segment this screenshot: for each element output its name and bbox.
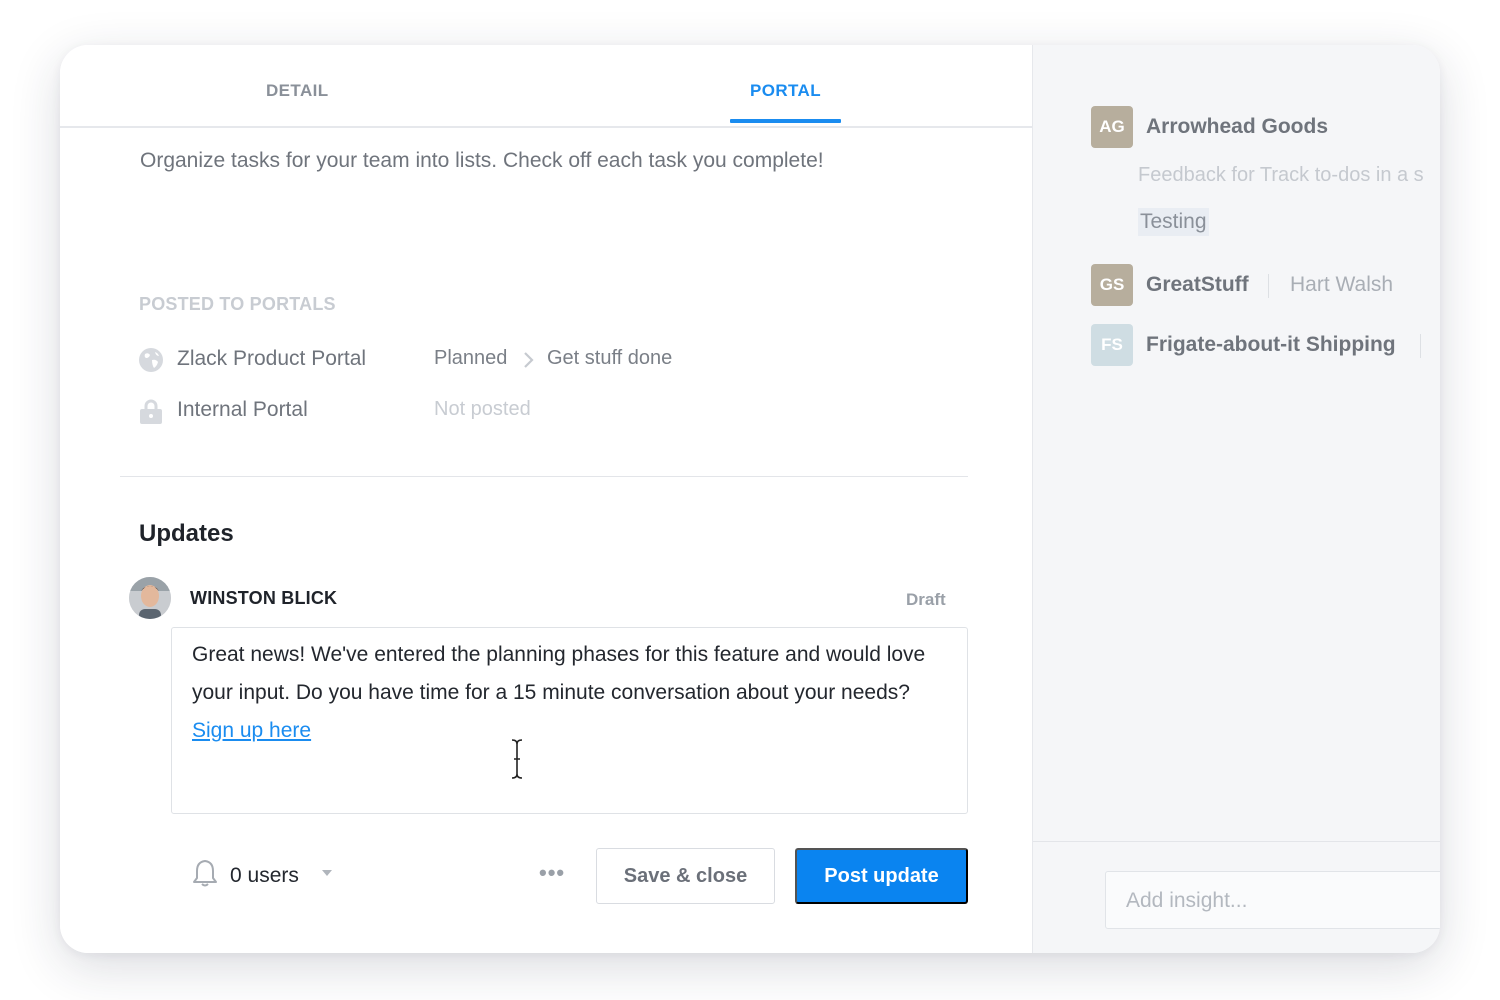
tab-detail[interactable]: DETAIL: [266, 81, 329, 101]
updates-heading: Updates: [139, 520, 234, 547]
chevron-down-icon[interactable]: [321, 869, 333, 877]
add-insight-input[interactable]: Add insight...: [1105, 871, 1440, 929]
notify-users-count[interactable]: 0 users: [230, 864, 299, 888]
avatar: [129, 577, 171, 619]
more-options-icon[interactable]: •••: [539, 860, 565, 886]
separator: [1268, 274, 1269, 298]
feedback-item[interactable]: Feedback for Track to-dos in a s: [1138, 164, 1424, 187]
insights-panel: AG Arrowhead Goods Feedback for Track to…: [1032, 45, 1440, 953]
portal-status[interactable]: Planned: [434, 347, 507, 370]
account-name: GreatStuff: [1146, 273, 1249, 296]
account-name: Arrowhead Goods: [1146, 115, 1329, 138]
portal-column[interactable]: Get stuff done: [547, 347, 672, 370]
account-row-arrowhead[interactable]: AG Arrowhead Goods: [1091, 106, 1440, 148]
portal-row-zlack[interactable]: Zlack Product Portal Planned Get stuff d…: [138, 345, 838, 375]
feature-description: Organize tasks for your team into lists.…: [140, 149, 824, 172]
main-panel: DETAIL PORTAL Organize tasks for your te…: [60, 45, 1032, 953]
account-badge: FS: [1091, 324, 1133, 366]
portal-row-internal[interactable]: Internal Portal Not posted: [138, 396, 838, 426]
app-window: DETAIL PORTAL Organize tasks for your te…: [60, 45, 1440, 953]
separator: [1420, 334, 1421, 358]
globe-icon: [139, 348, 163, 372]
tab-bar: DETAIL PORTAL: [60, 45, 1032, 128]
account-name: Frigate-about-it Shipping: [1146, 333, 1396, 356]
insight-placeholder: Add insight...: [1126, 889, 1248, 912]
portal-status[interactable]: Not posted: [434, 398, 531, 421]
posted-to-portals-label: POSTED TO PORTALS: [139, 294, 336, 314]
active-tab-indicator: [730, 119, 841, 123]
text-cursor-icon: [511, 739, 523, 779]
tag-chip[interactable]: Testing: [1138, 208, 1209, 236]
chevron-right-icon: [524, 352, 534, 368]
post-update-button[interactable]: Post update: [795, 848, 968, 904]
section-divider: [120, 476, 968, 477]
portal-name: Internal Portal: [177, 398, 308, 421]
panel-divider: [1033, 841, 1440, 842]
sign-up-link[interactable]: Sign up here: [192, 719, 311, 742]
update-editor[interactable]: Great news! We've entered the planning p…: [171, 627, 968, 814]
lock-icon: [140, 399, 162, 424]
portal-name: Zlack Product Portal: [177, 347, 367, 370]
update-message[interactable]: Great news! We've entered the planning p…: [192, 636, 952, 750]
status-badge: Draft: [906, 590, 946, 609]
account-badge: GS: [1091, 264, 1133, 306]
contact-name: Hart Walsh: [1290, 273, 1394, 296]
bell-icon[interactable]: [191, 858, 219, 888]
update-message-text: Great news! We've entered the planning p…: [192, 643, 926, 704]
tab-portal[interactable]: PORTAL: [750, 81, 821, 101]
save-close-button[interactable]: Save & close: [596, 848, 775, 904]
account-row-frigate[interactable]: FS Frigate-about-it Shipping: [1091, 324, 1440, 366]
account-badge: AG: [1091, 106, 1133, 148]
author-name: WINSTON BLICK: [190, 588, 338, 608]
account-row-greatstuff[interactable]: GS GreatStuff Hart Walsh: [1091, 264, 1440, 306]
